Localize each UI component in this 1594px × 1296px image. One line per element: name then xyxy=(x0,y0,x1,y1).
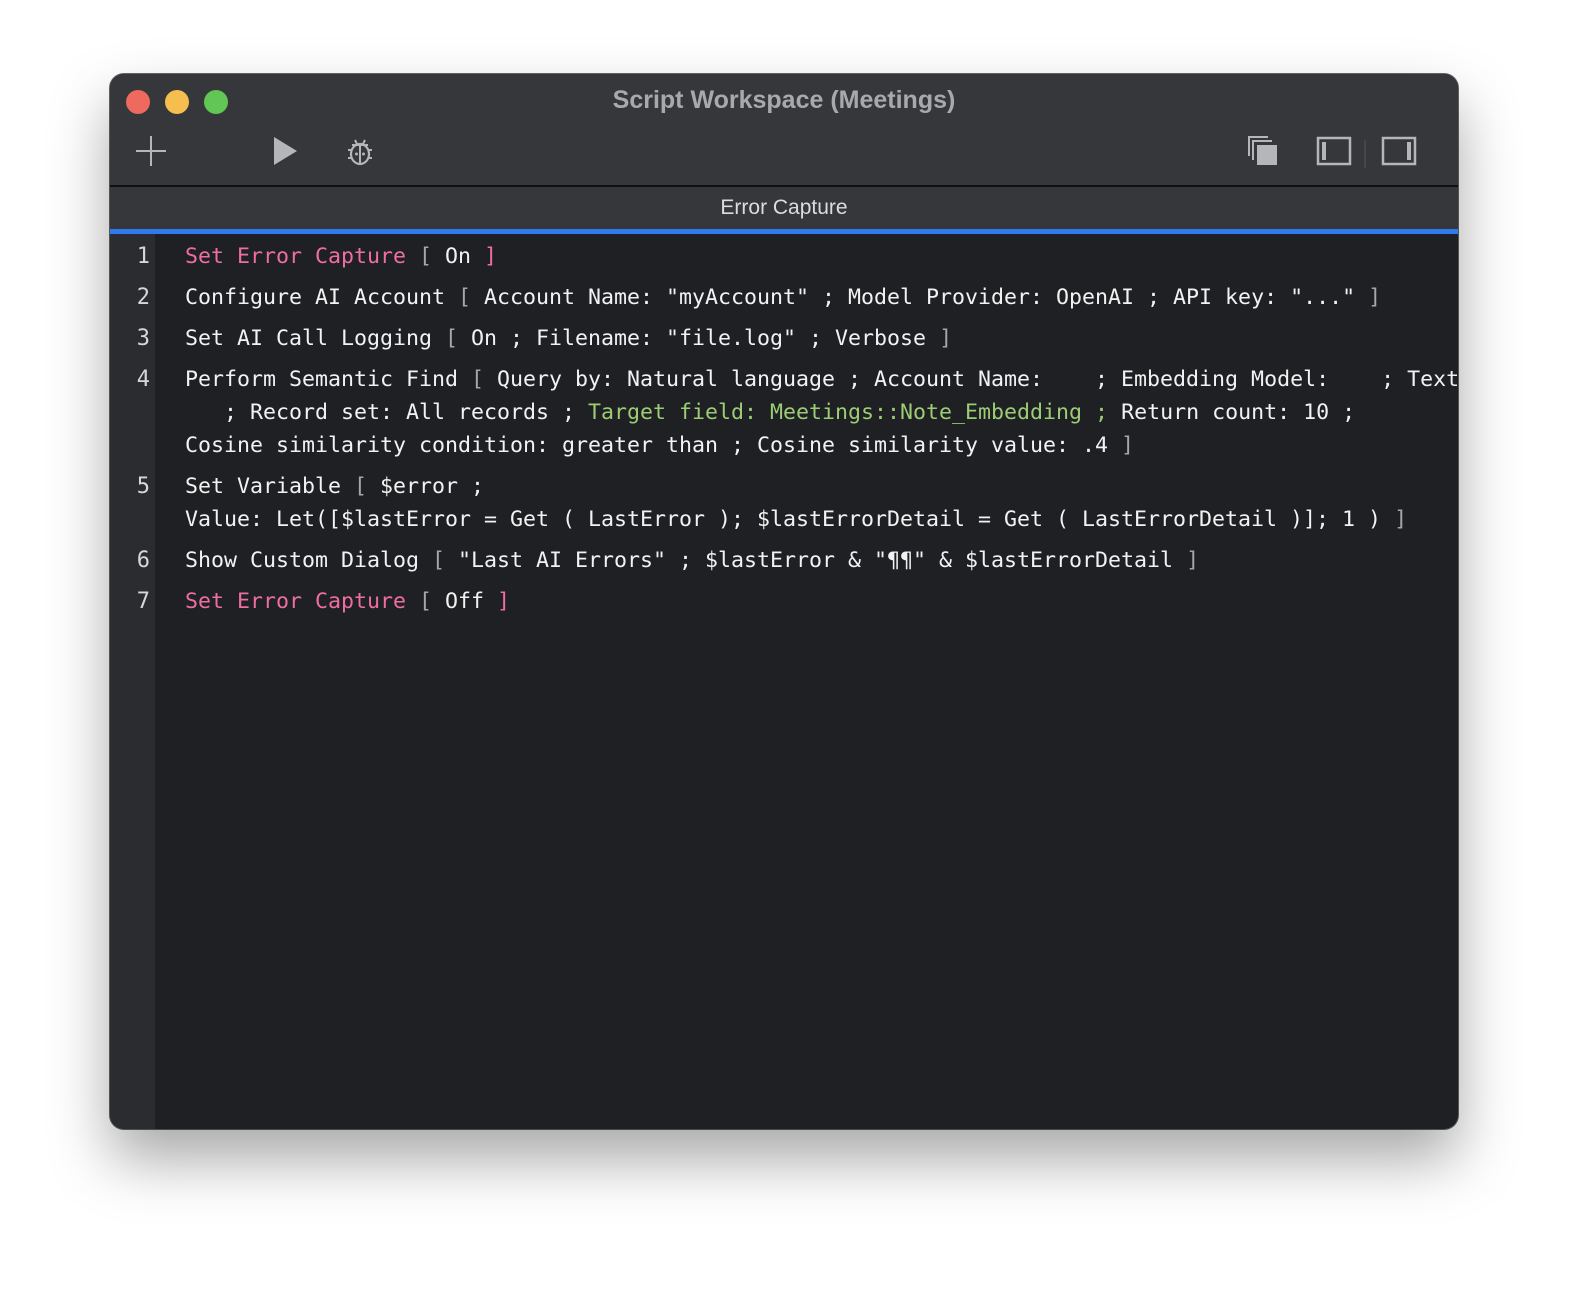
toggle-left-pane-button[interactable] xyxy=(1316,134,1352,168)
script-step[interactable]: 3 Set AI Call Logging [ On ; Filename: "f… xyxy=(110,318,1458,359)
step-bracket: [ xyxy=(458,285,485,310)
script-editor[interactable]: 1 Set Error Capture [ On ] 2 Configure AI A… xyxy=(110,234,1458,1129)
step-text: Cosine similarity condition: greater tha… xyxy=(185,433,1122,458)
step-text-row: Set Variable [ $error ; xyxy=(185,470,1458,503)
step-text-row: Set Error Capture [ On ] xyxy=(185,240,1458,273)
step-text-row: Set AI Call Logging [ On ; Filename: "fi… xyxy=(185,322,1458,355)
step-text: Return count: 10 ; xyxy=(1121,400,1356,425)
step-text-row: Perform Semantic Find [ Query by: Natura… xyxy=(185,363,1458,396)
stacked-windows-icon xyxy=(1248,136,1277,165)
windows-stack-button[interactable] xyxy=(1246,134,1280,168)
step-control-keyword: Set Error Capture xyxy=(185,244,420,269)
step-text: $error ; xyxy=(380,474,485,499)
step-bracket: ] xyxy=(1368,285,1382,310)
right-sidebar-icon xyxy=(1381,136,1417,166)
step-bracket: ] xyxy=(1186,548,1200,573)
toolbar-divider xyxy=(1364,140,1366,168)
left-sidebar-icon xyxy=(1316,136,1352,166)
step-field-reference: Target field: Meetings::Note_Embedding ; xyxy=(588,400,1122,425)
script-step[interactable]: 1 Set Error Capture [ On ] xyxy=(110,236,1458,277)
step-text: Configure AI Account xyxy=(185,285,459,310)
line-number: 6 xyxy=(136,548,150,573)
line-number: 3 xyxy=(136,326,150,351)
step-text: "Last AI Errors" ; $lastError & "¶¶" & $… xyxy=(458,548,1187,573)
script-step[interactable]: 2 Configure AI Account [ Account Name: "m… xyxy=(110,277,1458,318)
step-text: Value: Let([$lastError = Get ( LastError… xyxy=(185,507,1395,532)
line-number: 1 xyxy=(136,244,150,269)
step-text: Set AI Call Logging xyxy=(185,326,446,351)
step-text-row: Show Custom Dialog [ "Last AI Errors" ; … xyxy=(185,544,1458,577)
new-script-button[interactable] xyxy=(134,134,168,168)
step-text: On xyxy=(445,244,485,269)
step-text-row: Cosine similarity condition: greater tha… xyxy=(185,429,1458,462)
step-bracket: [ xyxy=(419,589,446,614)
line-number: 5 xyxy=(136,474,150,499)
line-number: 4 xyxy=(136,367,150,392)
step-bracket: [ xyxy=(354,474,381,499)
run-script-button[interactable] xyxy=(268,134,302,168)
step-control-keyword: ] xyxy=(497,589,511,614)
step-bracket: [ xyxy=(471,367,498,392)
line-number: 2 xyxy=(136,285,150,310)
step-text: Off xyxy=(445,589,498,614)
script-workspace-window: Script Workspace (Meetings) Error Captur… xyxy=(110,74,1458,1129)
line-number: 7 xyxy=(136,589,150,614)
script-step[interactable]: 5 Set Variable [ $error ; Value: Let([$las… xyxy=(110,466,1458,540)
debug-script-button[interactable] xyxy=(343,134,377,168)
step-text: On ; Filename: "file.log" ; Verbose xyxy=(471,326,940,351)
step-text: Set Variable xyxy=(185,474,355,499)
window-title: Script Workspace (Meetings) xyxy=(612,86,956,114)
step-bracket: ] xyxy=(1121,433,1135,458)
bug-icon xyxy=(348,139,372,166)
plus-icon xyxy=(136,136,166,166)
step-bracket: ] xyxy=(1394,507,1408,532)
script-step[interactable]: 6 Show Custom Dialog [ "Last AI Errors" ;… xyxy=(110,540,1458,581)
titlebar: Script Workspace (Meetings) xyxy=(110,74,1458,187)
step-text: Query by: Natural language ; Account Nam… xyxy=(497,367,1458,392)
step-bracket: [ xyxy=(445,326,472,351)
play-icon xyxy=(274,137,297,165)
step-text: Perform Semantic Find xyxy=(185,367,472,392)
step-text: Account Name: "myAccount" ; Model Provid… xyxy=(484,285,1369,310)
step-text-row: Value: Let([$lastError = Get ( LastError… xyxy=(185,503,1458,536)
step-text-row: ; Record set: All records ; Target field… xyxy=(185,396,1458,429)
step-bracket: [ xyxy=(432,548,459,573)
step-text-row: Configure AI Account [ Account Name: "my… xyxy=(185,281,1458,314)
step-bracket: [ xyxy=(419,244,446,269)
step-control-keyword: ] xyxy=(484,244,498,269)
script-step[interactable]: 7 Set Error Capture [ Off ] xyxy=(110,581,1458,622)
tab-error-capture[interactable]: Error Capture xyxy=(110,187,1458,229)
step-text: Show Custom Dialog xyxy=(185,548,433,573)
step-text-row: Set Error Capture [ Off ] xyxy=(185,585,1458,618)
step-control-keyword: Set Error Capture xyxy=(185,589,420,614)
step-text: ; Record set: All records ; xyxy=(185,400,589,425)
step-bracket: ] xyxy=(939,326,953,351)
toggle-right-pane-button[interactable] xyxy=(1381,134,1417,168)
script-step[interactable]: 4 Perform Semantic Find [ Query by: Natur… xyxy=(110,359,1458,466)
